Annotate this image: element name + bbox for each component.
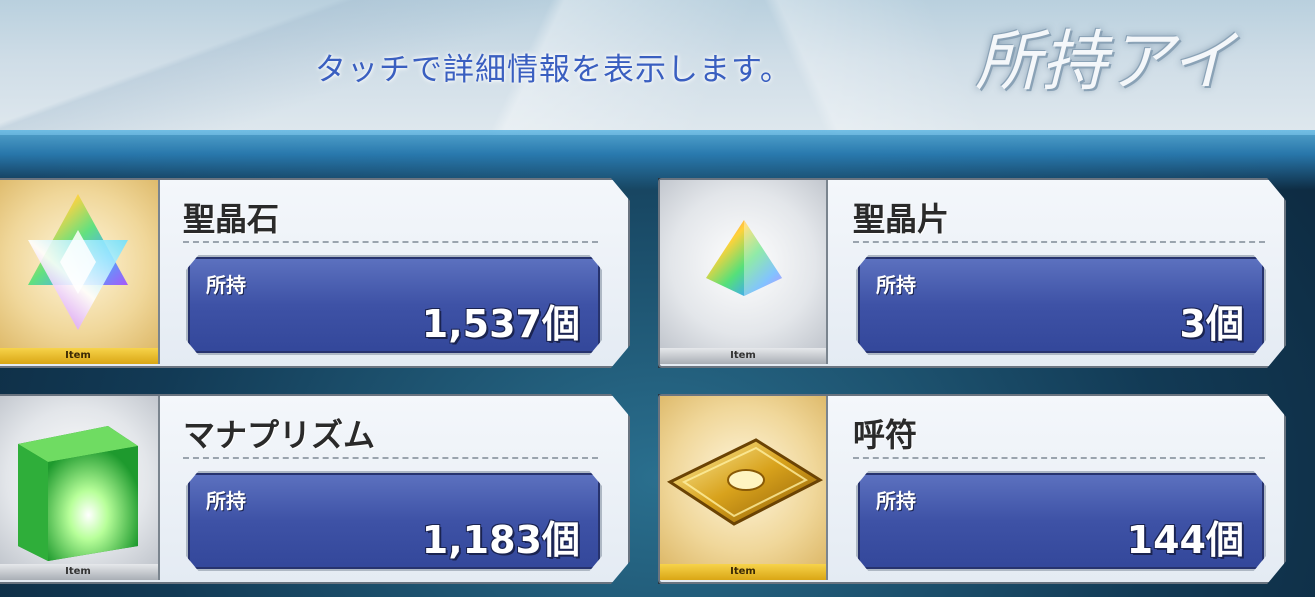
saint-quartz-fragment-icon: [706, 220, 782, 296]
owned-label: 所持: [876, 273, 916, 297]
divider: [183, 457, 598, 459]
item-tag: Item: [660, 348, 826, 364]
item-name: 聖晶石: [183, 200, 280, 238]
item-card-saint-quartz-fragment[interactable]: Item 聖晶片 所持 3個: [658, 178, 1286, 368]
divider: [183, 241, 598, 243]
item-card-saint-quartz[interactable]: Item 聖晶石 所持 1,537個: [0, 178, 630, 368]
summon-ticket-icon: [666, 438, 824, 526]
page-title: 所持アイ: [975, 23, 1236, 100]
owned-quantity-panel: 所持 3個: [856, 255, 1266, 355]
item-thumbnail: Item: [0, 396, 160, 580]
mana-prism-icon: [18, 426, 138, 561]
owned-count: 3個: [1179, 302, 1244, 346]
item-name: 聖晶片: [853, 200, 950, 238]
owned-quantity-panel: 所持 144個: [856, 471, 1266, 571]
owned-count: 1,183個: [421, 518, 580, 562]
item-thumbnail: Item: [660, 396, 828, 580]
tap-hint-text: タッチで詳細情報を表示します。: [315, 52, 792, 88]
item-card-mana-prism[interactable]: Item マナプリズム 所持 1,183個: [0, 394, 630, 584]
saint-quartz-icon: [28, 194, 128, 330]
owned-quantity-panel: 所持 1,183個: [186, 471, 602, 571]
owned-label: 所持: [206, 489, 246, 513]
item-name: 呼符: [853, 416, 918, 454]
owned-label: 所持: [876, 489, 916, 513]
item-tag: Item: [660, 564, 826, 580]
owned-count: 1,537個: [421, 302, 580, 346]
owned-quantity-panel: 所持 1,537個: [186, 255, 602, 355]
item-tag: Item: [0, 564, 158, 580]
owned-count: 144個: [1126, 518, 1244, 562]
owned-label: 所持: [206, 273, 246, 297]
item-thumbnail: Item: [0, 180, 160, 364]
item-tag: Item: [0, 348, 158, 364]
divider: [853, 457, 1265, 459]
item-card-summon-ticket[interactable]: Item 呼符 所持 144個: [658, 394, 1286, 584]
item-thumbnail: Item: [660, 180, 828, 364]
item-name: マナプリズム: [183, 416, 376, 454]
divider: [853, 241, 1265, 243]
